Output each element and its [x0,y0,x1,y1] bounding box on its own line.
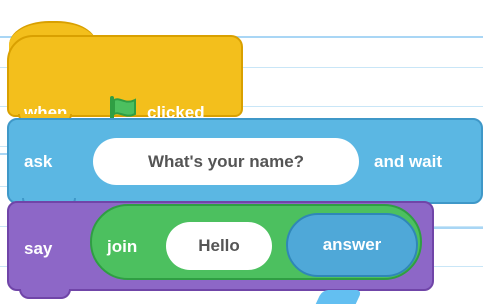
ask-and-wait-block[interactable]: ask What's your name? and wait [7,118,483,204]
rule-wire [433,227,483,229]
hello-input[interactable]: Hello [166,222,272,270]
ask-label: ask [24,152,53,171]
and-wait-label: and wait [374,152,443,171]
scratch-script-canvas: when clicked ask What's your name? and w… [0,0,483,304]
when-flag-clicked-block[interactable]: when clicked [7,35,243,125]
ask-question-input[interactable]: What's your name? [93,138,359,185]
say-block-notch [19,289,71,299]
join-label: join [107,237,138,256]
answer-reporter[interactable]: answer [286,213,418,277]
partial-hidden-block [315,290,363,304]
say-label: say [24,239,53,258]
